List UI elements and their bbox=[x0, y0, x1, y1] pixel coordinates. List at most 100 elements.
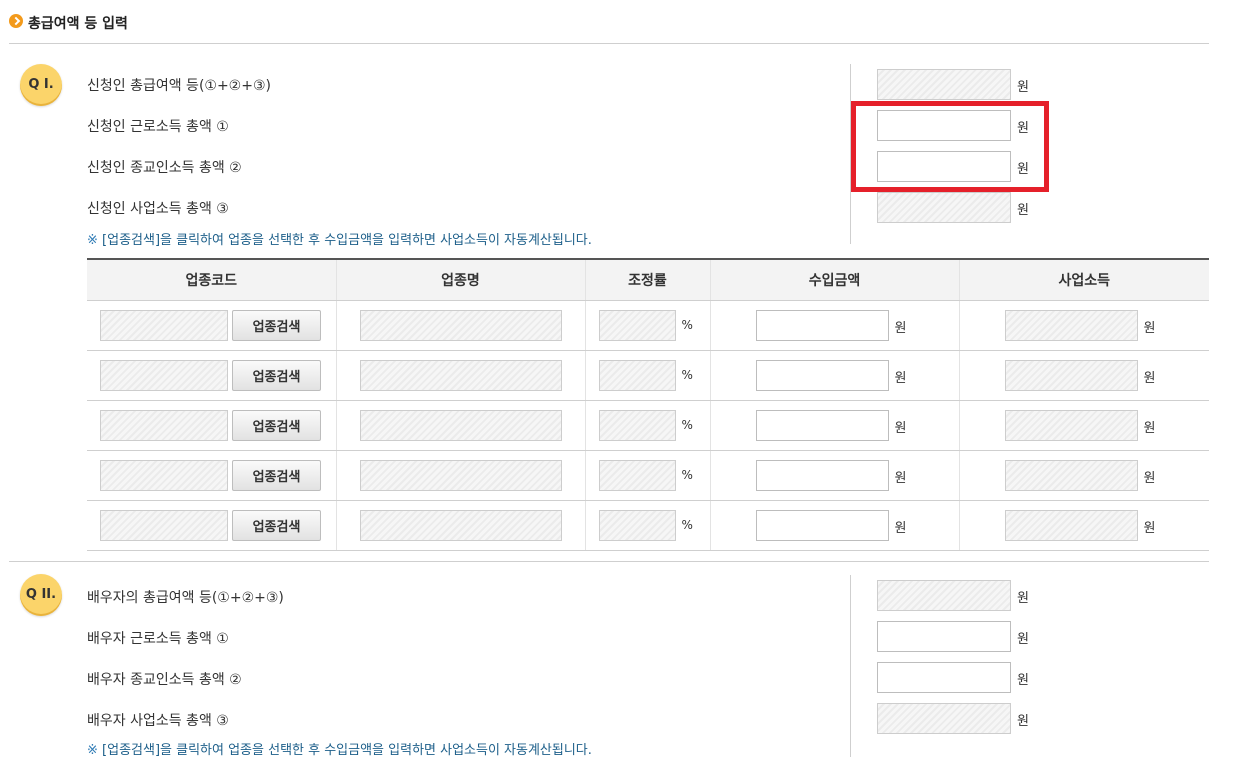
q1-total-field bbox=[877, 69, 1011, 100]
industry-code-cell: 업종검색 bbox=[87, 400, 336, 451]
revenue-cell: 원 bbox=[709, 450, 959, 501]
business-income-unit: 원 bbox=[1143, 421, 1156, 436]
industry-name-field bbox=[359, 360, 562, 391]
industry-code-field bbox=[100, 360, 228, 391]
industry-name-cell bbox=[335, 500, 585, 551]
adjust-rate-cell: % bbox=[584, 450, 710, 501]
note-mark-icon: ※ bbox=[87, 743, 98, 758]
q2-earned-unit: 원 bbox=[1017, 632, 1029, 647]
business-income-cell: 원 bbox=[958, 500, 1209, 551]
q1-religious-label: 신청인 종교인소득 총액 ② bbox=[87, 160, 242, 176]
q1-business-label: 신청인 사업소득 총액 ③ bbox=[87, 201, 229, 217]
note-mark-icon: ※ bbox=[87, 233, 98, 248]
business-income-unit: 원 bbox=[1143, 471, 1156, 486]
highlight-box bbox=[851, 101, 1049, 192]
table-row: 업종검색% 원 원 bbox=[87, 300, 1209, 351]
industry-code-field bbox=[100, 510, 228, 541]
q2-religious-label: 배우자 종교인소득 총액 ② bbox=[87, 672, 242, 688]
table-row: 업종검색% 원 원 bbox=[87, 500, 1209, 551]
industry-name-field bbox=[359, 310, 562, 341]
header-business-income: 사업소득 bbox=[958, 258, 1209, 301]
industry-name-cell bbox=[335, 300, 585, 351]
revenue-field[interactable] bbox=[755, 360, 889, 391]
business-income-unit: 원 bbox=[1143, 321, 1156, 336]
percent-unit: % bbox=[681, 518, 693, 532]
q2-religious-unit: 원 bbox=[1017, 673, 1029, 688]
q2-note-text: [업종검색]을 클릭하여 업종을 선택한 후 수입금액을 입력하면 사업소득이 … bbox=[102, 743, 592, 758]
table-row: 업종검색% 원 원 bbox=[87, 450, 1209, 501]
q2-earned-label: 배우자 근로소득 총액 ① bbox=[87, 631, 229, 647]
revenue-unit: 원 bbox=[894, 321, 907, 336]
adjust-rate-field bbox=[598, 310, 676, 341]
q2-earned-field[interactable] bbox=[877, 621, 1011, 652]
adjust-rate-field bbox=[598, 410, 676, 441]
header-revenue: 수입금액 bbox=[709, 258, 959, 301]
q2-total-unit: 원 bbox=[1017, 591, 1029, 606]
header-adjust-rate: 조정률 bbox=[584, 258, 710, 301]
q1-note: ※ [업종검색]을 클릭하여 업종을 선택한 후 수입금액을 입력하면 사업소득… bbox=[87, 229, 592, 248]
q1-business-unit: 원 bbox=[1017, 203, 1029, 218]
q2-business-label: 배우자 사업소득 총액 ③ bbox=[87, 713, 229, 729]
business-income-cell: 원 bbox=[958, 400, 1209, 451]
business-income-cell: 원 bbox=[958, 300, 1209, 351]
business-income-field bbox=[1004, 460, 1138, 491]
business-income-cell: 원 bbox=[958, 450, 1209, 501]
percent-unit: % bbox=[681, 368, 693, 382]
industry-name-field bbox=[359, 510, 562, 541]
header-industry-code: 업종코드 bbox=[87, 258, 336, 301]
industry-code-cell: 업종검색 bbox=[87, 450, 336, 501]
q2-total-field bbox=[877, 580, 1011, 611]
q2-note: ※ [업종검색]을 클릭하여 업종을 선택한 후 수입금액을 입력하면 사업소득… bbox=[87, 739, 592, 758]
revenue-cell: 원 bbox=[709, 500, 959, 551]
q2-business-field bbox=[877, 703, 1011, 734]
revenue-field[interactable] bbox=[755, 460, 889, 491]
industry-code-cell: 업종검색 bbox=[87, 300, 336, 351]
industry-name-cell bbox=[335, 450, 585, 501]
industry-code-field bbox=[100, 460, 228, 491]
revenue-unit: 원 bbox=[894, 421, 907, 436]
section-bullet-icon bbox=[9, 14, 23, 28]
percent-unit: % bbox=[681, 468, 693, 482]
q1-total-unit: 원 bbox=[1017, 80, 1029, 95]
q1-earned-label: 신청인 근로소득 총액 ① bbox=[87, 119, 229, 135]
industry-search-button[interactable]: 업종검색 bbox=[232, 310, 321, 341]
industry-code-cell: 업종검색 bbox=[87, 500, 336, 551]
adjust-rate-field bbox=[598, 360, 676, 391]
revenue-field[interactable] bbox=[755, 510, 889, 541]
industry-code-cell: 업종검색 bbox=[87, 350, 336, 401]
revenue-cell: 원 bbox=[709, 300, 959, 351]
adjust-rate-cell: % bbox=[584, 400, 710, 451]
industry-search-button[interactable]: 업종검색 bbox=[232, 410, 321, 441]
business-income-unit: 원 bbox=[1143, 521, 1156, 536]
business-income-cell: 원 bbox=[958, 350, 1209, 401]
business-income-table: 업종코드 업종명 조정률 수입금액 사업소득 업종검색% 원 원 업종검색% 원 원 업종검… bbox=[87, 258, 1209, 551]
percent-unit: % bbox=[681, 318, 693, 332]
revenue-field[interactable] bbox=[755, 410, 889, 441]
table-row: 업종검색% 원 원 bbox=[87, 400, 1209, 451]
q2-divider bbox=[850, 575, 851, 757]
q2-total-label: 배우자의 총급여액 등(①+②+③) bbox=[87, 590, 284, 606]
business-income-unit: 원 bbox=[1143, 371, 1156, 386]
revenue-cell: 원 bbox=[709, 400, 959, 451]
q2-religious-field[interactable] bbox=[877, 662, 1011, 693]
adjust-rate-cell: % bbox=[584, 350, 710, 401]
table-header-row: 업종코드 업종명 조정률 수입금액 사업소득 bbox=[87, 258, 1209, 301]
adjust-rate-field bbox=[598, 460, 676, 491]
percent-unit: % bbox=[681, 418, 693, 432]
q1-note-text: [업종검색]을 클릭하여 업종을 선택한 후 수입금액을 입력하면 사업소득이 … bbox=[102, 233, 592, 248]
industry-code-field bbox=[100, 310, 228, 341]
business-income-field bbox=[1004, 360, 1138, 391]
industry-search-button[interactable]: 업종검색 bbox=[232, 360, 321, 391]
industry-name-field bbox=[359, 410, 562, 441]
revenue-unit: 원 bbox=[894, 471, 907, 486]
section-title: 총급여액 등 입력 bbox=[28, 16, 128, 32]
industry-search-button[interactable]: 업종검색 bbox=[232, 460, 321, 491]
revenue-unit: 원 bbox=[894, 521, 907, 536]
industry-name-cell bbox=[335, 400, 585, 451]
revenue-field[interactable] bbox=[755, 310, 889, 341]
table-row: 업종검색% 원 원 bbox=[87, 350, 1209, 401]
q2-badge: Q II. bbox=[20, 574, 62, 616]
revenue-cell: 원 bbox=[709, 350, 959, 401]
industry-search-button[interactable]: 업종검색 bbox=[232, 510, 321, 541]
industry-name-field bbox=[359, 460, 562, 491]
